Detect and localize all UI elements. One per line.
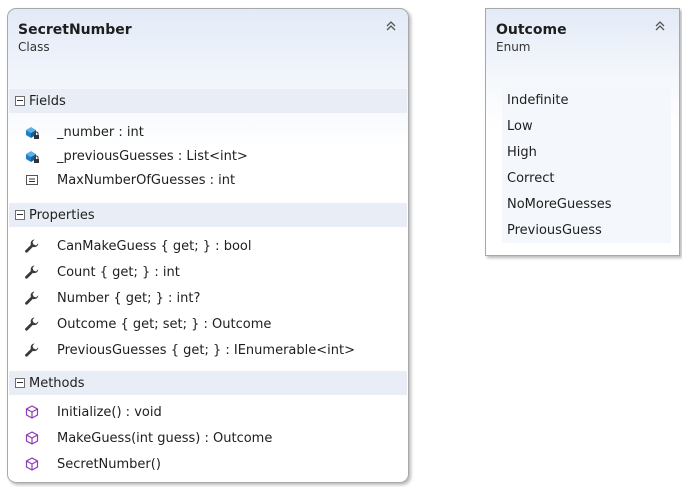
section-label: Fields (29, 93, 66, 109)
section-fields[interactable]: Fields (9, 89, 407, 113)
member-text: MaxNumberOfGuesses : int (57, 172, 236, 188)
class-collapse-chevron-icon[interactable] (386, 20, 396, 34)
property-wrench-icon (24, 316, 40, 332)
section-label: Properties (29, 207, 95, 223)
member-text: _number : int (57, 124, 144, 140)
class-header: SecretNumber Class (18, 22, 132, 55)
property-member[interactable]: Number { get; } : int? (24, 287, 200, 309)
enum-value[interactable]: High (507, 139, 537, 165)
enum-value[interactable]: NoMoreGuesses (507, 191, 612, 217)
method-member[interactable]: SecretNumber() (24, 453, 161, 475)
enum-value[interactable]: Indefinite (507, 87, 568, 113)
property-wrench-icon (24, 264, 40, 280)
member-text: _previousGuesses : List<int> (57, 148, 248, 164)
enum-value[interactable]: Low (507, 113, 533, 139)
enum-values-list: Indefinite Low High Correct NoMoreGuesse… (502, 87, 671, 243)
member-text: Initialize() : void (57, 404, 162, 420)
private-field-icon (24, 124, 40, 140)
field-member[interactable]: _previousGuesses : List<int> (24, 145, 248, 167)
member-text: Outcome { get; set; } : Outcome (57, 316, 272, 332)
member-text: PreviousGuesses { get; } : IEnumerable<i… (57, 342, 355, 358)
enum-value[interactable]: Correct (507, 165, 554, 191)
collapse-toggle-icon[interactable] (15, 210, 25, 220)
class-name: SecretNumber (18, 22, 132, 38)
enum-shape-outcome[interactable]: Outcome Enum Indefinite Low High Correct… (485, 8, 680, 256)
method-member[interactable]: MakeGuess(int guess) : Outcome (24, 427, 272, 449)
property-member[interactable]: CanMakeGuess { get; } : bool (24, 235, 251, 257)
enum-value[interactable]: PreviousGuess (507, 217, 602, 243)
property-wrench-icon (24, 290, 40, 306)
property-member[interactable]: Outcome { get; set; } : Outcome (24, 313, 271, 335)
method-member[interactable]: Initialize() : void (24, 401, 162, 423)
member-text: Number { get; } : int? (57, 290, 201, 306)
enum-stereotype: Enum (496, 40, 531, 54)
constant-icon (24, 172, 40, 188)
collapse-toggle-icon[interactable] (15, 96, 25, 106)
enum-header: Outcome Enum (496, 22, 567, 55)
method-cube-icon (24, 430, 40, 446)
field-member[interactable]: _number : int (24, 121, 144, 143)
private-field-icon (24, 148, 40, 164)
collapse-toggle-icon[interactable] (15, 378, 25, 388)
property-member[interactable]: PreviousGuesses { get; } : IEnumerable<i… (24, 339, 355, 361)
class-shape-secretnumber[interactable]: SecretNumber Class Fields _number : int (7, 8, 409, 483)
member-text: SecretNumber() (57, 456, 161, 472)
member-text: Count { get; } : int (57, 264, 180, 280)
member-text: MakeGuess(int guess) : Outcome (57, 430, 273, 446)
section-methods[interactable]: Methods (9, 371, 407, 395)
property-wrench-icon (24, 342, 40, 358)
enum-collapse-chevron-icon[interactable] (655, 20, 665, 34)
method-cube-icon (24, 456, 40, 472)
field-member[interactable]: MaxNumberOfGuesses : int (24, 169, 235, 191)
property-wrench-icon (24, 238, 40, 254)
enum-name: Outcome (496, 22, 567, 38)
property-member[interactable]: Count { get; } : int (24, 261, 180, 283)
section-properties[interactable]: Properties (9, 203, 407, 227)
method-cube-icon (24, 404, 40, 420)
section-label: Methods (29, 375, 85, 391)
class-stereotype: Class (18, 40, 50, 54)
member-text: CanMakeGuess { get; } : bool (57, 238, 252, 254)
